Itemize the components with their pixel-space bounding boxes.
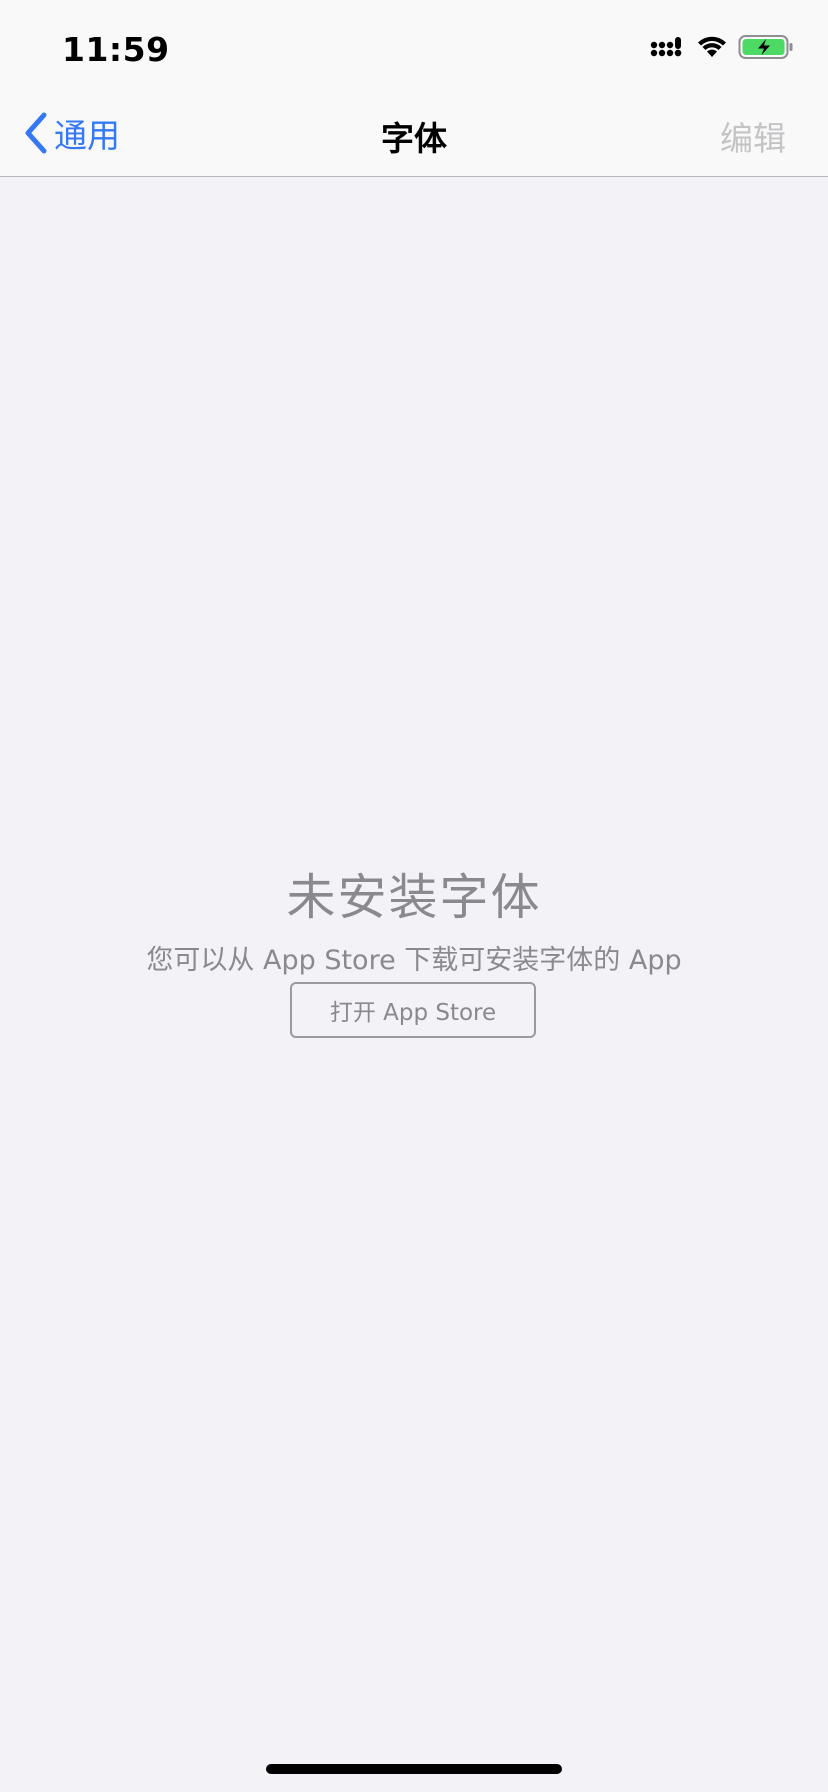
page-title: 字体 (381, 119, 447, 158)
cellular-signal-icon (650, 37, 682, 57)
wifi-icon (698, 36, 726, 57)
open-app-store-button[interactable]: 打开 App Store (290, 982, 536, 1038)
status-time: 11:59 (62, 30, 170, 69)
battery-charging-icon (738, 35, 793, 59)
status-icons (650, 34, 794, 60)
edit-button[interactable]: 编辑 (720, 112, 786, 160)
home-indicator[interactable] (266, 1764, 562, 1774)
empty-state-title: 未安装字体 (286, 869, 542, 926)
navigation-bar: 通用 字体 编辑 (0, 90, 828, 177)
empty-state-subtitle: 您可以从 App Store 下载可安装字体的 App (146, 945, 682, 976)
status-bar: 11:59 (0, 0, 828, 90)
